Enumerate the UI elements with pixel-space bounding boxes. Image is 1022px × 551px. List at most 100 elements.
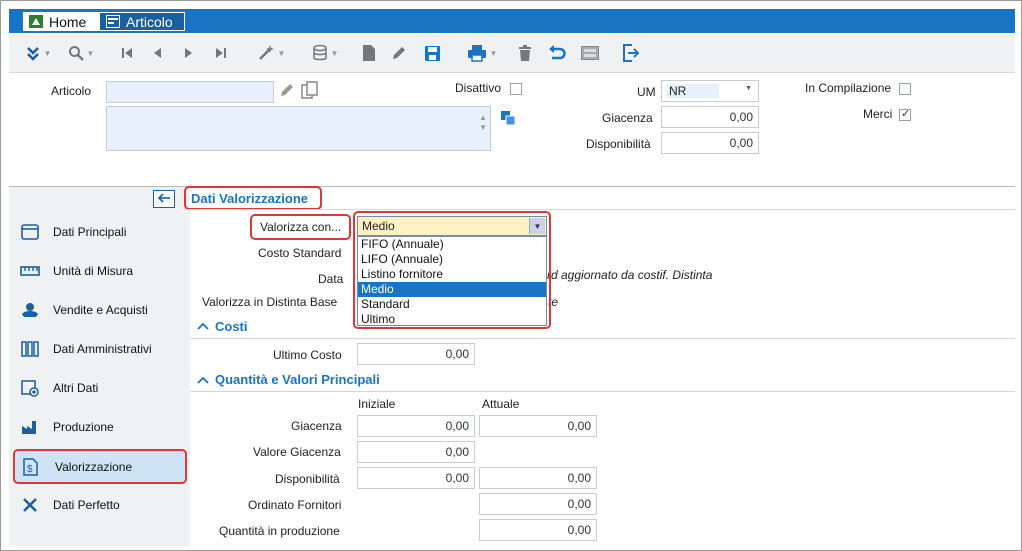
tab-articolo-label: Articolo (126, 13, 173, 30)
window: Home Articolo ▼ ▼ ▼ ▼ ▼ Articolo ▲ ▼ Dis… (0, 0, 1022, 551)
disponibilita-attuale-field[interactable]: 0,00 (479, 467, 597, 489)
sidebar-item-label: Valorizzazione (55, 459, 133, 474)
ruler-icon (19, 261, 41, 281)
divider (190, 391, 1015, 392)
collapse-costi-button[interactable] (197, 319, 209, 333)
valorizza-con-label: Valorizza con... (260, 220, 342, 234)
exit-button[interactable] (619, 42, 641, 64)
quantita-produzione-attuale-field[interactable]: 0,00 (479, 519, 597, 541)
disponibilita-iniziale-field[interactable]: 0,00 (357, 467, 475, 489)
exit-icon (621, 44, 639, 62)
card-icon (19, 222, 41, 242)
giacenza-label: Giacenza (602, 111, 653, 125)
sidebar-item-valorizzazione[interactable]: $ Valorizzazione (13, 449, 187, 484)
in-compilazione-label: In Compilazione (805, 81, 892, 95)
merci-label: Merci (863, 107, 893, 121)
valore-giacenza-iniziale-field[interactable]: 0,00 (357, 441, 475, 463)
sidebar-item-label: Unità di Misura (53, 264, 134, 278)
valorizza-distinta-label: Valorizza in Distinta Base (202, 295, 338, 309)
search-button[interactable]: ▼ (63, 42, 99, 64)
form-icon (106, 15, 120, 28)
wizard-button[interactable]: ▼ (251, 42, 291, 64)
pencil-icon (391, 45, 407, 61)
ultimo-costo-label: Ultimo Costo (273, 348, 342, 362)
articolo-label: Articolo (51, 84, 92, 98)
um-select[interactable]: NR ▼ (661, 80, 759, 102)
merci-checkbox[interactable] (899, 107, 911, 121)
disponibilita-label: Disponibilità (586, 137, 651, 151)
sidebar-item-produzione[interactable]: Produzione (13, 410, 187, 444)
undo-button[interactable] (545, 42, 569, 64)
chevron-up-icon (197, 319, 209, 333)
calculator-icon (581, 46, 599, 60)
tab-articolo[interactable]: Articolo (99, 12, 185, 31)
copy-icon (301, 81, 319, 102)
scroll-arrows[interactable]: ▲ ▼ (479, 113, 487, 133)
disattivo-checkbox[interactable] (510, 83, 522, 95)
save-icon (424, 45, 441, 62)
data-label: Data (318, 272, 344, 286)
translate-button[interactable] (501, 111, 516, 128)
search-icon (68, 45, 84, 61)
new-document-button[interactable] (359, 42, 379, 64)
sidebar: Dati Principali Unità di Misura Vendite … (9, 186, 190, 546)
sidebar-item-label: Vendite e Acquisti (53, 303, 148, 317)
collapse-sidebar-button[interactable] (153, 190, 175, 208)
col-header-attuale: Attuale (482, 397, 520, 411)
sidebar-item-vendite-e-acquisti[interactable]: Vendite e Acquisti (13, 293, 187, 327)
save-button[interactable] (421, 42, 443, 64)
main-panel (190, 186, 1015, 546)
dropdown-highlight (353, 211, 551, 329)
toolbar: ▼ ▼ ▼ ▼ ▼ (9, 34, 1015, 73)
sidebar-item-dati-principali[interactable]: Dati Principali (13, 215, 187, 249)
articolo-code-input[interactable] (106, 81, 274, 103)
calculator-button[interactable] (579, 42, 601, 64)
double-chevron-down-icon (25, 45, 41, 61)
giacenza-field[interactable]: 0,00 (661, 106, 759, 128)
edit-button[interactable] (389, 42, 409, 64)
document-icon (362, 44, 376, 62)
print-button[interactable]: ▼ (461, 42, 503, 64)
tab-home-label: Home (49, 13, 87, 30)
home-app-icon (29, 15, 43, 28)
sidebar-item-dati-amministrativi[interactable]: Dati Amministrativi (13, 332, 187, 366)
svg-text:$: $ (27, 464, 33, 475)
delete-button[interactable] (515, 42, 535, 64)
giacenza-iniziale-field[interactable]: 0,00 (357, 415, 475, 437)
sidebar-item-unita-di-misura[interactable]: Unità di Misura (13, 254, 187, 288)
database-button[interactable]: ▼ (305, 42, 345, 64)
row-label-ordinato-fornitori: Ordinato Fornitori (248, 498, 342, 512)
chevron-up-icon (197, 373, 209, 387)
collapse-quantita-button[interactable] (197, 373, 209, 387)
edit-articolo-button[interactable] (279, 81, 295, 102)
disponibilita-field[interactable]: 0,00 (661, 132, 759, 154)
magic-wand-icon (257, 44, 275, 62)
disattivo-label: Disattivo (455, 81, 502, 95)
col-header-iniziale: Iniziale (358, 397, 396, 411)
trash-icon (518, 44, 532, 62)
ordinato-fornitori-attuale-field[interactable]: 0,00 (479, 493, 597, 515)
sidebar-item-dati-perfetto[interactable]: Dati Perfetto (13, 488, 187, 522)
copy-articolo-button[interactable] (301, 81, 319, 102)
previous-icon (151, 47, 163, 59)
last-record-button[interactable] (211, 42, 231, 64)
next-record-button[interactable] (179, 42, 199, 64)
skip-last-icon (215, 47, 227, 59)
costo-standard-label: Costo Standard (258, 246, 342, 260)
translate-icon (501, 111, 516, 128)
sidebar-item-label: Dati Amministrativi (53, 342, 152, 356)
divider (184, 209, 1015, 210)
skip-first-icon (121, 47, 133, 59)
previous-record-button[interactable] (147, 42, 167, 64)
first-record-button[interactable] (117, 42, 137, 64)
articolo-description-input[interactable]: ▲ ▼ (106, 106, 491, 151)
sidebar-item-label: Produzione (53, 420, 114, 434)
in-compilazione-checkbox[interactable] (899, 83, 911, 95)
tab-home[interactable]: Home (23, 12, 107, 31)
expand-button[interactable]: ▼ (21, 42, 55, 64)
giacenza-attuale-field[interactable]: 0,00 (479, 415, 597, 437)
tools-icon (19, 495, 41, 515)
box-add-icon (19, 378, 41, 398)
sidebar-item-altri-dati[interactable]: Altri Dati (13, 371, 187, 405)
ultimo-costo-field[interactable]: 0,00 (357, 343, 475, 365)
